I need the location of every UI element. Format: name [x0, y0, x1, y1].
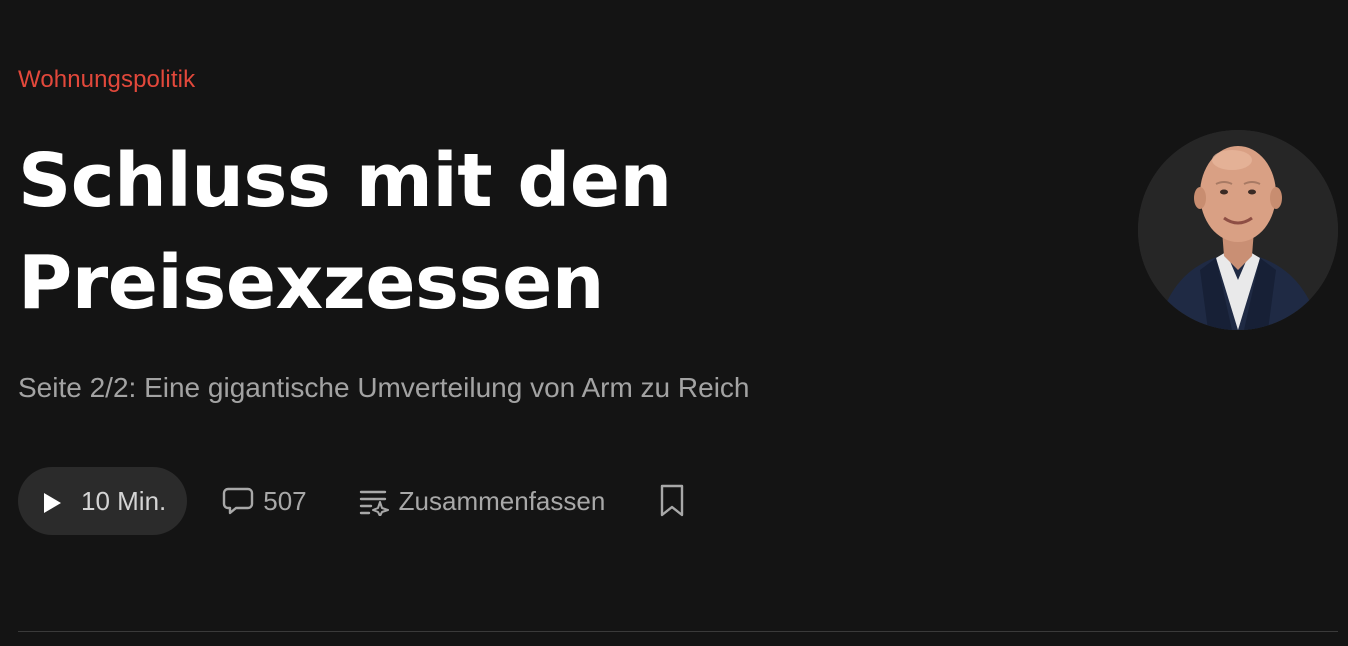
headline-line-1: Schluss mit den [18, 138, 672, 224]
comments-button[interactable]: 507 [222, 485, 307, 517]
bookmark-button[interactable] [659, 484, 685, 518]
summarize-button[interactable]: Zusammenfassen [359, 485, 606, 517]
speech-bubble-icon [222, 486, 254, 516]
headline-line-2: Preisexzessen [18, 240, 604, 326]
article-subtitle: Seite 2/2: Eine gigantische Umverteilung… [18, 372, 750, 403]
section-divider [18, 631, 1338, 632]
listen-duration: 10 Min. [81, 485, 167, 516]
bookmark-icon [659, 484, 685, 518]
article-headline: Schluss mit den Preisexzessen [18, 130, 1098, 334]
author-avatar[interactable] [1138, 130, 1338, 330]
article-actions: 10 Min. 507 Zusammenfassen [18, 467, 685, 535]
article-kicker[interactable]: Wohnungspolitik [18, 64, 195, 96]
comments-count: 507 [263, 485, 307, 516]
play-icon [42, 490, 62, 513]
ai-summary-icon [359, 486, 389, 516]
author-portrait-image [1138, 130, 1338, 330]
summarize-label: Zusammenfassen [398, 485, 606, 516]
listen-button[interactable]: 10 Min. [18, 467, 188, 535]
